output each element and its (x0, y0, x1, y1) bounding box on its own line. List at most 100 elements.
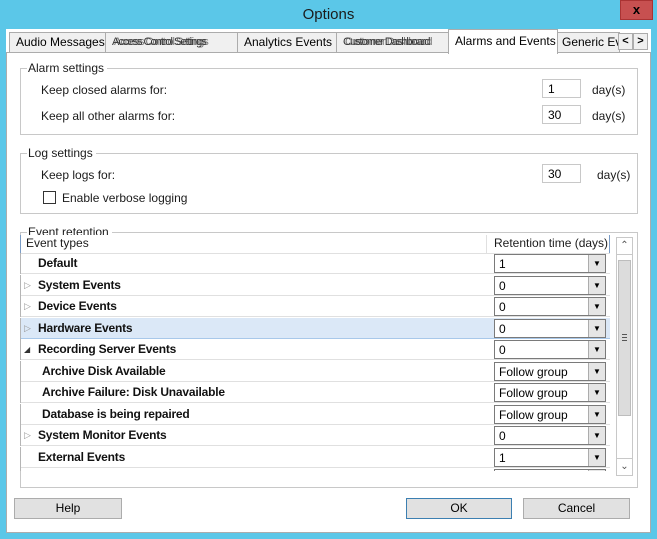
dropdown-arrow-icon[interactable]: ▼ (588, 255, 605, 272)
tab-alarms-and-events[interactable]: Alarms and Events (448, 29, 558, 54)
tab-label: Alarms and Events (455, 34, 556, 48)
event-type-name: Archive Failure: Disk Unavailable (42, 385, 225, 399)
column-header-event-types[interactable]: Event types (20, 235, 486, 253)
event-type-name: External Events (38, 449, 126, 464)
retention-time-dropdown[interactable]: 0 ▼ (494, 297, 606, 316)
table-row[interactable]: ◢ Recording Server Events 0 ▼ (20, 339, 610, 360)
table-row[interactable]: ▷ System Monitor Events 0 ▼ (20, 425, 610, 446)
verbose-logging-label[interactable]: Enable verbose logging (62, 191, 187, 205)
event-type-name: Default (38, 256, 78, 270)
help-button[interactable]: Help (14, 498, 122, 519)
retention-time-value: 0 (499, 278, 506, 293)
tab-access-control-settings[interactable]: Access Control Settings (105, 32, 238, 52)
row-gutter (20, 446, 21, 468)
window-title: Options (302, 6, 355, 23)
closed-alarms-unit: day(s) (592, 83, 626, 97)
grip-icon (622, 334, 627, 341)
retention-time-dropdown[interactable]: Follow group ▼ (494, 404, 606, 424)
row-gutter (20, 274, 21, 296)
table-row[interactable]: ▷ System Events 0 ▼ (20, 274, 610, 296)
chevron-down-icon: ⌄ (620, 461, 629, 472)
tab-label: Customer Dashboard (343, 36, 431, 48)
dropdown-arrow-icon[interactable]: ▼ (588, 362, 605, 380)
event-retention-grid: Event types Retention time (days) Defaul… (20, 235, 610, 471)
log-settings-group: Log settings Keep logs for: day(s) Enabl… (20, 146, 638, 214)
log-settings-legend: Log settings (27, 146, 96, 160)
row-gutter (20, 296, 21, 317)
tab-audio-messages[interactable]: Audio Messages (9, 32, 106, 52)
cancel-button[interactable]: Cancel (523, 498, 630, 519)
row-gutter (20, 382, 21, 403)
table-row[interactable]: Archive Failure: Disk Unavailable Follow … (20, 382, 610, 403)
tab-label: Analytics Events (244, 35, 333, 49)
retention-time-dropdown[interactable]: Follow group ▼ (494, 383, 606, 402)
table-row[interactable]: Default 1 ▼ (20, 253, 610, 274)
retention-time-dropdown[interactable]: 0 ▼ (494, 275, 606, 295)
tab-label: Audio Messages (16, 35, 105, 49)
grid-vertical-scrollbar[interactable]: ⌃ ⌄ (616, 237, 633, 476)
retention-time-value: 1 (499, 257, 506, 271)
row-gutter (20, 425, 21, 446)
close-icon: x (632, 2, 641, 17)
dropdown-arrow-icon[interactable]: ▼ (588, 405, 605, 423)
dropdown-arrow-icon[interactable]: ▼ (588, 470, 605, 471)
dropdown-arrow-icon[interactable]: ▼ (588, 384, 605, 401)
dropdown-arrow-icon[interactable]: ▼ (588, 427, 605, 444)
keep-logs-input[interactable] (542, 164, 581, 183)
retention-time-dropdown[interactable]: ▼ (494, 469, 606, 471)
keep-closed-alarms-input[interactable] (542, 79, 581, 98)
dropdown-arrow-icon[interactable]: ▼ (588, 448, 605, 466)
tab-label: Generic Ev (562, 35, 620, 49)
scroll-up-button[interactable]: ⌃ (617, 238, 632, 255)
retention-time-dropdown[interactable]: 1 ▼ (494, 254, 606, 273)
dialog-client: Audio Messages Access Control Settings A… (6, 29, 651, 533)
table-row[interactable]: ▼ (20, 468, 610, 471)
table-row[interactable]: External Events 1 ▼ (20, 446, 610, 468)
tab-scroll-right-button[interactable]: > (633, 33, 648, 50)
dropdown-arrow-icon[interactable]: ▼ (588, 341, 605, 358)
dropdown-arrow-icon[interactable]: ▼ (588, 319, 605, 337)
row-gutter (20, 403, 21, 425)
expanded-triangle-icon[interactable]: ◢ (24, 345, 30, 354)
scrollbar-thumb[interactable] (618, 260, 631, 416)
table-row[interactable]: ▷ Device Events 0 ▼ (20, 296, 610, 317)
verbose-logging-checkbox[interactable] (43, 191, 56, 204)
row-gutter (20, 360, 21, 382)
event-type-name: System Events (38, 277, 121, 292)
table-row[interactable]: Archive Disk Available Follow group ▼ (20, 360, 610, 382)
collapsed-triangle-icon[interactable]: ▷ (24, 280, 31, 291)
column-header-retention-time[interactable]: Retention time (days) (486, 235, 610, 253)
tab-scroll-left-button[interactable]: < (618, 33, 633, 50)
chevron-left-icon: < (622, 35, 629, 47)
retention-time-value: 0 (499, 343, 506, 357)
chevron-up-icon: ⌃ (620, 240, 629, 251)
retention-time-value: Follow group (499, 407, 568, 422)
scroll-down-button[interactable]: ⌄ (617, 458, 632, 475)
tab-customer-dashboard[interactable]: Customer Dashboard (336, 32, 449, 52)
tab-analytics-events[interactable]: Analytics Events (237, 32, 337, 52)
retention-time-dropdown[interactable]: 0 ▼ (494, 340, 606, 359)
retention-time-dropdown[interactable]: Follow group ▼ (494, 361, 606, 381)
event-type-name: Device Events (38, 299, 117, 313)
retention-time-dropdown[interactable]: 0 ▼ (494, 426, 606, 445)
chevron-right-icon: > (637, 35, 644, 47)
row-gutter (20, 339, 21, 360)
retention-time-dropdown[interactable]: 1 ▼ (494, 447, 606, 467)
collapsed-triangle-icon[interactable]: ▷ (24, 301, 31, 312)
tab-label: Access Control Settings (112, 36, 207, 48)
keep-other-alarms-input[interactable] (542, 105, 581, 124)
table-row[interactable]: ▷ Hardware Events 0 ▼ (20, 317, 610, 339)
grid-header: Event types Retention time (days) (20, 235, 610, 254)
ok-button[interactable]: OK (406, 498, 512, 519)
retention-time-value: Follow group (499, 364, 568, 379)
close-button[interactable]: x (620, 0, 653, 20)
collapsed-triangle-icon[interactable]: ▷ (24, 323, 31, 334)
retention-time-value: Follow group (499, 386, 568, 400)
dropdown-arrow-icon[interactable]: ▼ (588, 276, 605, 294)
event-type-name: Archive Disk Available (42, 363, 166, 378)
tab-generic-events[interactable]: Generic Ev (557, 32, 620, 52)
collapsed-triangle-icon[interactable]: ▷ (24, 430, 31, 441)
retention-time-dropdown[interactable]: 0 ▼ (494, 318, 606, 338)
table-row[interactable]: Database is being repaired Follow group ▼ (20, 403, 610, 425)
dropdown-arrow-icon[interactable]: ▼ (588, 298, 605, 315)
